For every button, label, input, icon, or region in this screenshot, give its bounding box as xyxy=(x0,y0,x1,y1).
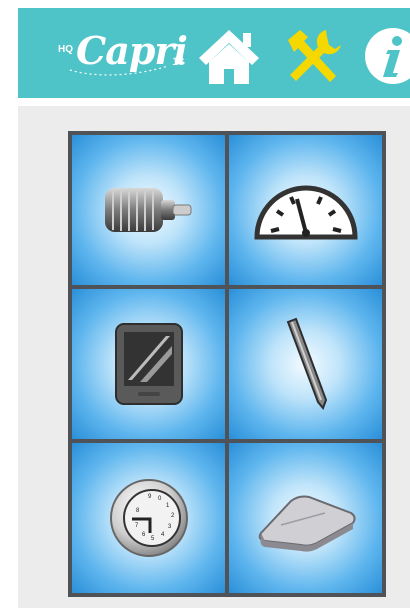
app-header: HQ Capri 18 xyxy=(18,8,410,98)
tools-icon xyxy=(288,30,341,82)
tile-tension-dial[interactable]: 90 12 34 56 78 xyxy=(72,443,225,593)
tile-stylus[interactable] xyxy=(229,289,382,439)
foot-pedal-icon xyxy=(258,495,356,552)
tools-button[interactable] xyxy=(280,26,346,86)
logo-hq-text: HQ xyxy=(58,44,73,55)
capri-logo: HQ Capri 18 xyxy=(56,28,201,80)
tile-speedometer[interactable] xyxy=(229,135,382,285)
motor-icon xyxy=(104,188,191,232)
stylus-pen-icon xyxy=(286,317,327,410)
tension-dial-icon: 90 12 34 56 78 xyxy=(109,479,188,557)
info-icon xyxy=(365,28,410,84)
home-icon xyxy=(199,30,259,84)
info-button[interactable] xyxy=(355,26,410,86)
tile-motor[interactable] xyxy=(72,135,225,285)
speedometer-gauge-icon xyxy=(253,185,358,240)
screen-panel-icon xyxy=(114,323,183,405)
home-button[interactable] xyxy=(193,26,265,86)
logo-model-number: 18 xyxy=(172,56,185,68)
tile-foot-pedal[interactable] xyxy=(229,443,382,593)
tile-screen[interactable] xyxy=(72,289,225,439)
logo-brand-text: Capri xyxy=(76,28,188,73)
tile-grid: 90 12 34 56 78 xyxy=(68,131,386,597)
